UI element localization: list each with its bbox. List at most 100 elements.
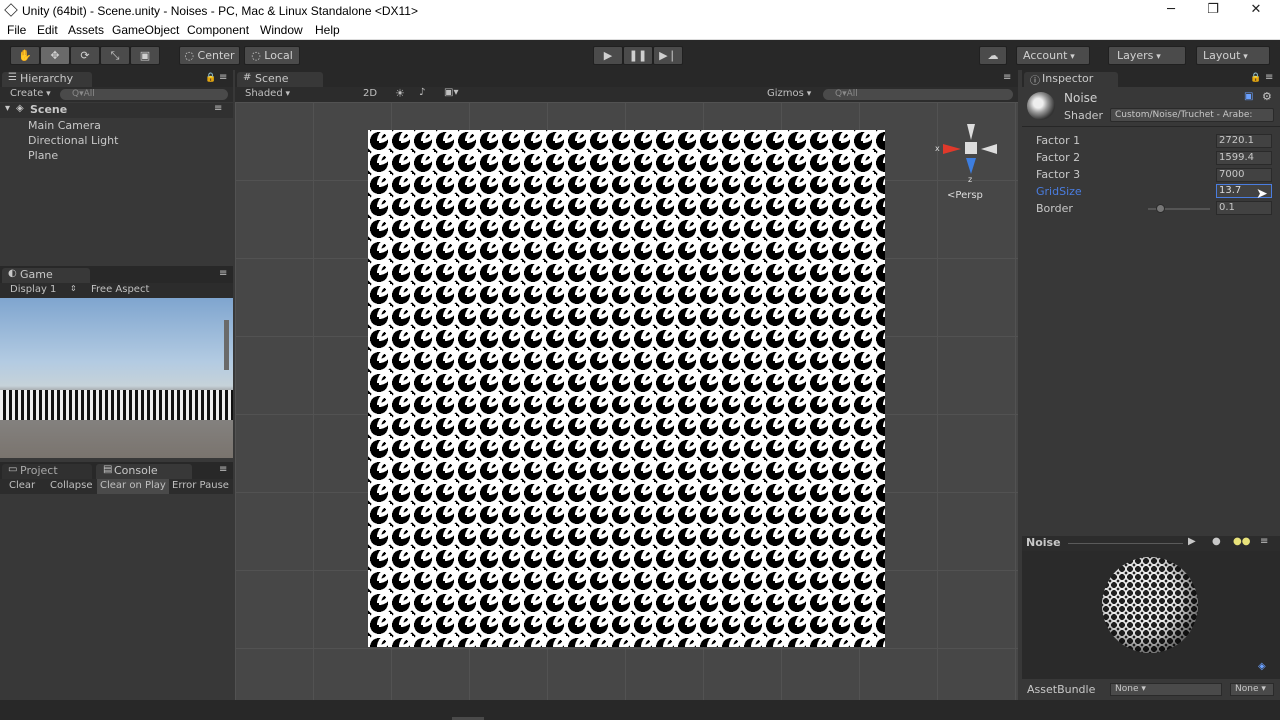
inspector-lock-icon[interactable]: 🔒 [1250,73,1261,83]
preview-menu-icon[interactable]: ≡ [1260,536,1268,547]
console-clear-on-play-button[interactable]: Clear on Play [97,479,169,494]
assetbundle-dropdown[interactable]: None [1110,683,1222,696]
scene-search-input[interactable]: Q▾All [823,89,1013,100]
close-button[interactable]: ✕ [1241,2,1271,20]
step-button[interactable]: ▶❘ [653,46,683,65]
shading-dropdown[interactable]: Shaded [245,88,350,99]
preview-play-icon[interactable]: ▶ [1188,536,1196,547]
gizmo-y-cone[interactable] [967,124,975,140]
persp-label[interactable]: <Persp [947,190,983,201]
panel-menu-icon[interactable]: ≡ [219,72,227,83]
inspector-panel: Inspector ⓘ 🔒 ≡ Noise ▣ ⚙ Shader Custom/… [1022,70,1280,700]
aspect-dropdown[interactable]: Free Aspect [91,284,149,295]
gizmo-center-cube[interactable] [965,142,977,154]
console-clear-button[interactable]: Clear [9,480,35,491]
minimize-button[interactable]: ─ [1156,2,1186,20]
gizmo-z-cone[interactable] [966,158,976,174]
hierarchy-item-main-camera[interactable]: Main Camera [28,119,101,132]
help-book-icon[interactable]: ▣ [1244,91,1253,102]
factor2-label: Factor 2 [1036,151,1081,164]
menu-assets[interactable]: Assets [68,23,104,37]
asset-label-icon[interactable]: ◈ [1258,661,1266,672]
inspector-menu-icon[interactable]: ≡ [1265,72,1273,83]
assetbundle-variant-dropdown[interactable]: None [1230,683,1274,696]
scene-row[interactable]: ▾ ◈ Scene ≡ [0,103,233,118]
lighting-toggle-icon[interactable]: ☀ [395,87,405,100]
border-slider-thumb[interactable] [1156,204,1165,213]
hand-tool-icon[interactable]: ✋ [10,46,40,65]
lock-icon[interactable]: 🔒 [205,73,216,83]
gridsize-label: GridSize [1036,185,1082,198]
expand-arrow-icon[interactable]: ▾ [5,103,10,114]
cloud-icon[interactable]: ☁ [979,46,1007,65]
console-tabbar: Project ▭ Console ▤ ≡ [0,462,233,479]
audio-toggle-icon[interactable]: ♪ [419,87,425,98]
scene-panel-menu-icon[interactable]: ≡ [1003,72,1011,83]
gizmos-dropdown[interactable]: Gizmos [767,88,811,99]
shader-dropdown[interactable]: Custom/Noise/Truchet - Arabe: [1110,108,1274,122]
console-icon: ▤ [103,464,113,475]
create-dropdown[interactable]: Create [10,88,51,99]
pause-button[interactable]: ❚❚ [623,46,653,65]
console-panel-menu-icon[interactable]: ≡ [219,464,227,475]
menu-edit[interactable]: Edit [37,23,58,37]
game-tabbar: Game ◐ ≡ [0,266,233,283]
folder-icon: ▭ [8,464,18,475]
factor1-label: Factor 1 [1036,134,1081,147]
gizmo-neg-x-cone[interactable] [981,144,997,154]
play-button[interactable]: ▶ [593,46,623,65]
main-toolbar: ✋ ✥ ⟳ ⤡ ▣ ◌ Center ◌ Local ▶ ❚❚ ▶❘ ☁ Acc… [0,40,1280,70]
account-dropdown[interactable]: Account [1016,46,1090,65]
factor1-field[interactable]: 2720.1 [1216,134,1272,148]
preview-resize-bar[interactable] [1068,543,1183,544]
preview-sphere-icon[interactable]: ● [1212,536,1221,547]
hierarchy-item-plane[interactable]: Plane [28,149,58,162]
menu-window[interactable]: Window [260,23,303,37]
effects-dropdown-icon[interactable]: ▣▾ [444,87,458,98]
menu-gameobject[interactable]: GameObject [112,23,179,37]
menu-component[interactable]: Component [187,23,249,37]
game-panel-menu-icon[interactable]: ≡ [219,268,227,279]
hierarchy-tabbar: Hierarchy ☰ 🔒 ≡ [0,70,233,87]
pivot-local-button[interactable]: ◌ Local [244,46,300,65]
move-tool-icon[interactable]: ✥ [40,46,70,65]
scene-menu-icon[interactable]: ≡ [214,103,222,114]
preview-light-icon[interactable]: ●● [1233,536,1250,547]
factor2-field[interactable]: 1599.4 [1216,151,1272,165]
console-panel: Project ▭ Console ▤ ≡ Clear Collapse Cle… [0,462,233,700]
restore-button[interactable]: ❐ [1198,2,1228,20]
window-titlebar: Unity (64bit) - Scene.unity - Noises - P… [0,0,1280,22]
game-viewport[interactable] [0,298,233,458]
rect-tool-icon[interactable]: ▣ [130,46,160,65]
hierarchy-item-directional-light[interactable]: Directional Light [28,134,118,147]
border-field[interactable]: 0.1 [1216,201,1272,215]
unity-scene-icon: ◈ [16,103,24,114]
scene-name: Scene [30,103,68,116]
window-title: Unity (64bit) - Scene.unity - Noises - P… [22,4,418,18]
scene-orientation-gizmo[interactable]: x z <Persp [935,120,1005,201]
console-error-pause-button[interactable]: Error Pause [172,480,229,491]
layers-dropdown[interactable]: Layers [1108,46,1186,65]
game-noise-plane [0,390,233,420]
console-collapse-button[interactable]: Collapse [50,480,93,491]
factor3-field[interactable]: 7000 [1216,168,1272,182]
preview-title: Noise [1026,536,1061,549]
hierarchy-search-input[interactable]: Q▾All [60,89,228,100]
preview-area[interactable]: ◈ [1022,551,1280,679]
layout-dropdown[interactable]: Layout [1196,46,1270,65]
scene-subbar: Shaded 2D ☀ ♪ ▣▾ Gizmos Q▾All [235,87,1018,102]
game-scrollbar[interactable] [224,320,229,370]
mode-2d-toggle[interactable]: 2D [363,88,377,99]
truchet-noise-plane [368,130,885,647]
settings-gear-icon[interactable]: ⚙ [1262,90,1272,103]
display-dropdown[interactable]: Display 1 [10,284,56,295]
menu-help[interactable]: Help [315,23,340,37]
rotate-tool-icon[interactable]: ⟳ [70,46,100,65]
scale-tool-icon[interactable]: ⤡ [100,46,130,65]
scene-viewport[interactable]: x z <Persp [235,102,1018,700]
menu-file[interactable]: File [7,23,26,37]
gizmo-x-cone[interactable] [943,144,961,154]
pivot-center-button[interactable]: ◌ Center [179,46,240,65]
mouse-cursor-icon: ➤ [1256,186,1268,202]
local-icon: ◌ [251,49,265,62]
